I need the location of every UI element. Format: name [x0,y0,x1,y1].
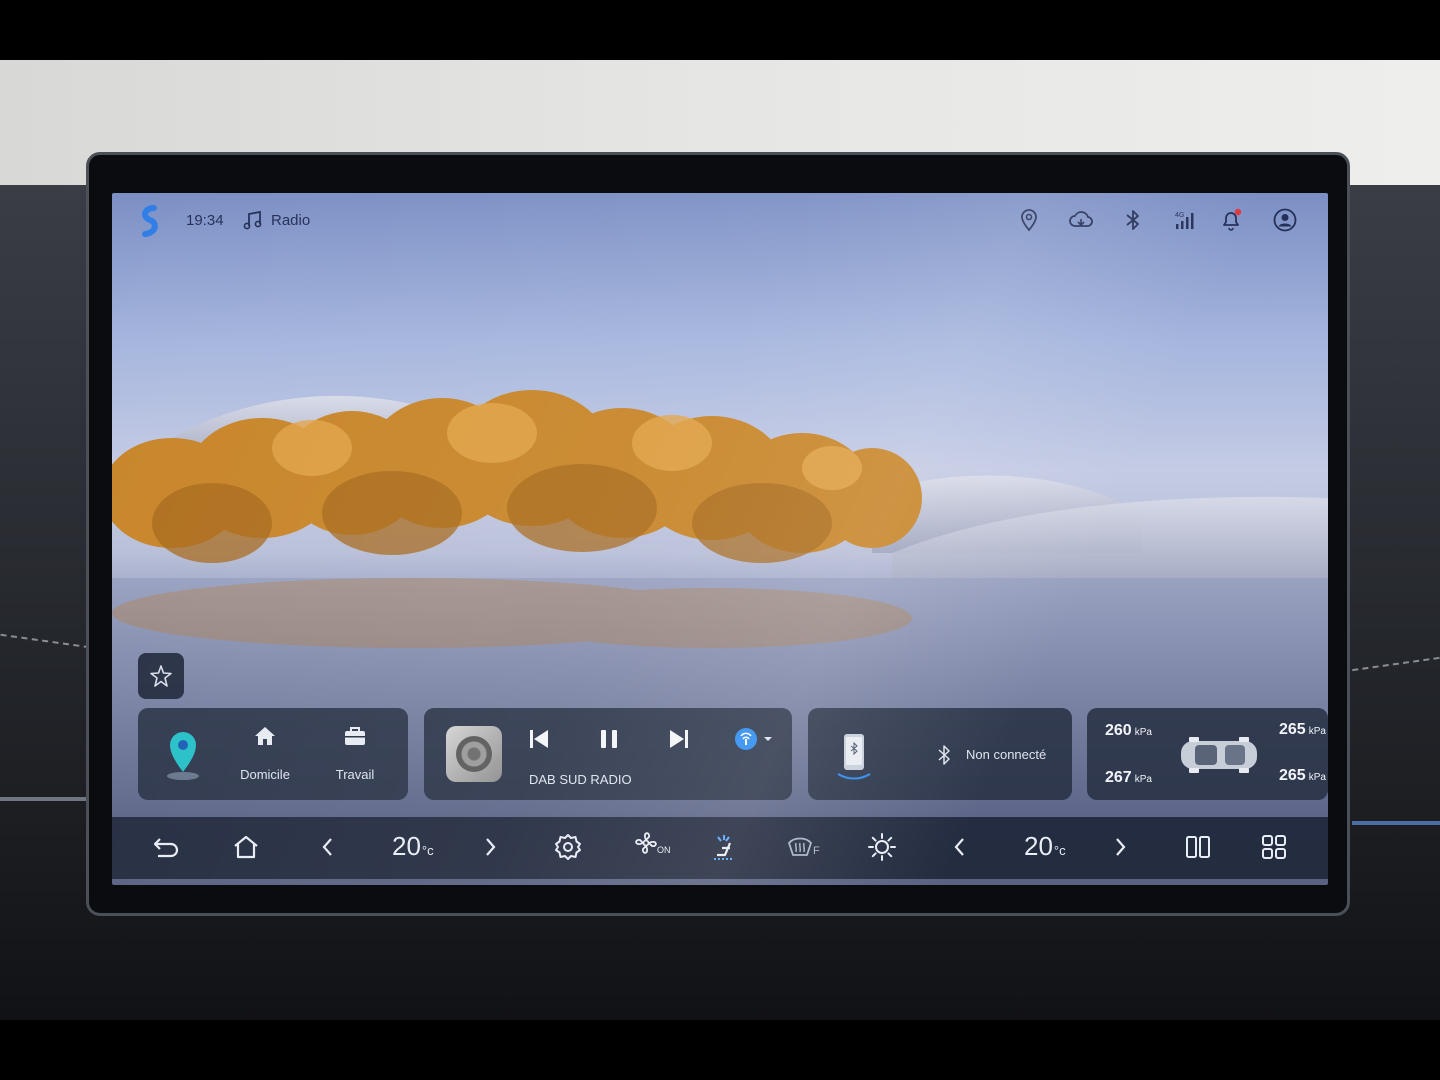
infotainment-screen: 19:34 Radio 4G Domicile Travail DAB SUD … [112,193,1328,885]
phone-widget[interactable]: Non connecté [808,708,1072,800]
back-icon[interactable] [150,831,182,863]
passenger-temp-decrease-icon[interactable] [944,831,976,863]
notification-bell-icon[interactable] [1218,207,1244,233]
tire-front-right-value: 265 [1279,721,1306,738]
current-source-label[interactable]: Radio [271,212,310,229]
svg-text:4G: 4G [1175,212,1184,219]
app-grid-icon[interactable] [1258,831,1290,863]
tire-rear-right-value: 265 [1279,767,1306,784]
driver-temp-increase-icon[interactable] [474,831,506,863]
temperature-unit: °c [1053,843,1066,858]
tire-rear-left: 267 kPa [1105,769,1152,787]
home-icon [255,727,275,745]
split-screen-icon[interactable] [1182,831,1214,863]
car-top-view-icon [1181,737,1257,773]
front-defrost-icon [788,837,812,856]
dashboard-stitching-right [1352,656,1440,674]
clock: 19:34 [186,212,224,229]
passenger-temp-increase-icon[interactable] [1104,831,1136,863]
dashboard-trim-left [0,797,90,801]
home-shortcut-label: Domicile [240,767,290,782]
tire-pressure-widget[interactable]: 260 kPa 267 kPa 265 kPa 265 kPa [1087,708,1328,800]
media-widget[interactable]: DAB SUD RADIO [424,708,792,800]
settings-gear-icon[interactable] [552,831,584,863]
tire-front-right: 265 kPa [1279,721,1326,739]
bottom-dock: 20°c ON F 20°c [112,817,1328,879]
driver-temperature-value: 20 [392,831,421,861]
map-pin-icon[interactable] [162,726,204,782]
bluetooth-connection-status: Non connecté [966,747,1047,762]
seat-airflow-icon[interactable] [708,831,740,863]
dashboard-trim-right [1352,821,1440,825]
tire-unit: kPa [1308,772,1326,783]
bluetooth-icon[interactable] [1120,207,1146,233]
user-profile-icon[interactable] [1272,207,1298,233]
smart-assist-button[interactable] [138,653,184,699]
location-icon[interactable] [1016,207,1042,233]
previous-track-icon[interactable] [524,724,554,754]
audio-source-dropdown-icon[interactable] [734,724,778,754]
tire-front-left: 260 kPa [1105,722,1152,740]
defrost-label: F [813,845,820,857]
dashboard-stitching-left [0,633,90,651]
pause-icon[interactable] [594,724,624,754]
next-track-icon[interactable] [664,724,694,754]
bluetooth-status-icon [938,745,950,765]
tire-unit: kPa [1134,727,1152,738]
cloud-sync-icon[interactable] [1068,207,1094,233]
tire-unit: kPa [1134,774,1152,785]
sparkle-star-icon [150,665,172,687]
fan-control[interactable]: ON [632,829,676,865]
work-shortcut[interactable]: Travail [320,722,390,784]
briefcase-icon [345,727,365,745]
driver-temperature[interactable]: 20°c [392,831,434,862]
passenger-temperature[interactable]: 20°c [1024,831,1066,862]
front-defrost-control[interactable]: F [786,831,826,863]
passenger-temperature-value: 20 [1024,831,1053,861]
album-art[interactable] [446,726,502,782]
home-icon[interactable] [230,831,262,863]
tire-front-left-value: 260 [1105,722,1132,739]
signal-4g-icon: 4G [1175,212,1194,229]
tire-unit: kPa [1308,726,1326,737]
home-shortcut[interactable]: Domicile [230,722,300,784]
temperature-unit: °c [421,843,434,858]
music-note-icon [243,210,262,230]
assistant-logo-icon[interactable] [136,205,164,237]
navigation-widget[interactable]: Domicile Travail [138,708,408,800]
phone-device-icon[interactable] [832,728,876,782]
driver-temp-decrease-icon[interactable] [312,831,344,863]
tire-rear-right: 265 kPa [1279,767,1326,785]
letterbox-top [0,0,1440,60]
fan-icon [635,832,657,854]
letterbox-bottom [0,1020,1440,1080]
fan-state-label: ON [657,845,671,855]
tire-rear-left-value: 267 [1105,769,1132,786]
brightness-icon[interactable] [866,831,898,863]
status-bar: 19:34 Radio 4G [112,193,1328,249]
work-shortcut-label: Travail [335,767,375,782]
station-name: DAB SUD RADIO [529,772,632,787]
